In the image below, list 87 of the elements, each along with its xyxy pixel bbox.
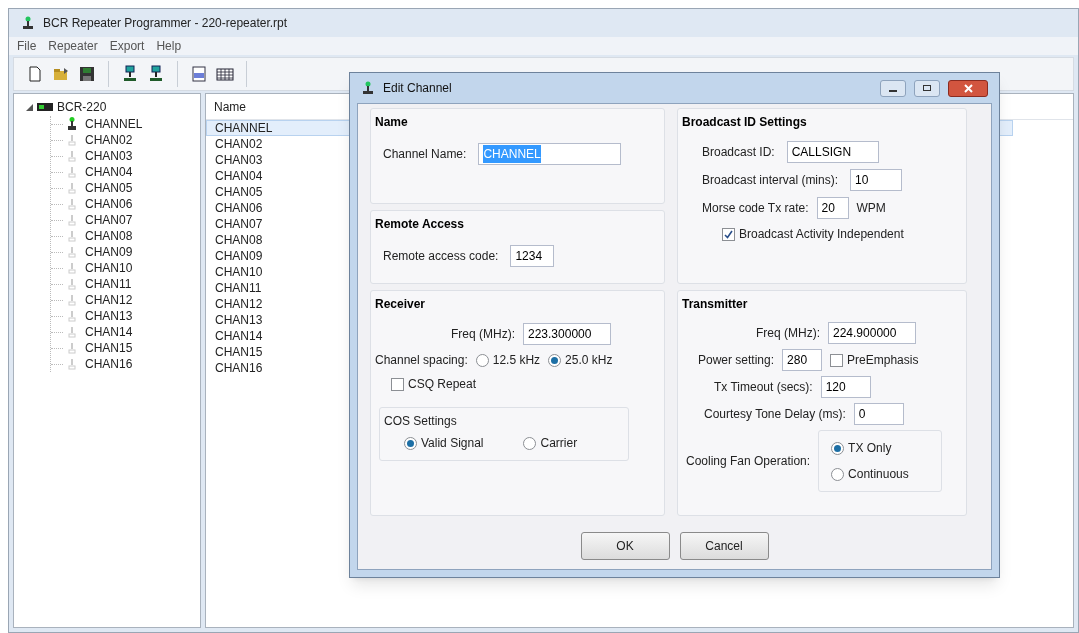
radio-button[interactable] xyxy=(475,353,489,367)
tree-item[interactable]: CHAN08 xyxy=(85,227,133,245)
app-icon xyxy=(21,16,35,30)
input-field[interactable]: 223.300000 xyxy=(523,323,611,345)
group-title: Broadcast ID Settings xyxy=(682,114,808,131)
field-label: Freq (MHz): xyxy=(451,326,515,343)
input-field[interactable]: 224.900000 xyxy=(828,322,916,344)
app-icon xyxy=(361,81,375,95)
field-label: Tx Timeout (secs): xyxy=(714,379,813,396)
tree-item[interactable]: CHAN12 xyxy=(85,291,133,309)
group-title: COS Settings xyxy=(384,413,458,430)
tree-item[interactable]: CHAN14 xyxy=(85,323,133,341)
field-label: Channel Name: xyxy=(383,146,467,163)
minimize-button[interactable] xyxy=(880,79,906,97)
field-label: Courtesy Tone Delay (ms): xyxy=(704,406,846,423)
group-title: Receiver xyxy=(375,296,427,313)
close-button[interactable] xyxy=(948,79,988,97)
menu-item[interactable]: File xyxy=(17,37,37,55)
close-icon xyxy=(963,83,973,93)
tree-item[interactable]: CHAN06 xyxy=(85,195,133,213)
window-icon[interactable] xyxy=(190,65,208,83)
menu-item[interactable]: Help xyxy=(156,37,182,55)
radio-label: 25.0 kHz xyxy=(565,352,613,369)
folder-icon[interactable] xyxy=(52,65,70,83)
collapse-icon[interactable] xyxy=(26,103,33,111)
radio-label: Continuous xyxy=(848,466,909,483)
field-label: Morse code Tx rate: xyxy=(702,200,809,217)
grid-icon[interactable] xyxy=(216,65,234,83)
group-title: Name xyxy=(375,114,409,131)
radio-button[interactable] xyxy=(548,353,562,367)
input-field[interactable]: 1234 xyxy=(510,245,555,267)
checkbox[interactable] xyxy=(391,377,404,391)
radio-label: Valid Signal xyxy=(421,435,484,452)
tree-item[interactable]: CHAN13 xyxy=(85,307,133,325)
maximize-button[interactable] xyxy=(914,79,940,97)
tree-item[interactable]: CHAN09 xyxy=(85,243,133,261)
input-field[interactable]: CALLSIGN xyxy=(786,141,879,163)
column-header[interactable]: Name xyxy=(214,97,246,116)
tree-item[interactable]: CHAN03 xyxy=(85,147,133,165)
new-file-icon[interactable] xyxy=(26,65,44,83)
checkbox[interactable] xyxy=(722,227,735,241)
computer-arrow-icon[interactable] xyxy=(121,65,139,83)
input-field[interactable]: 20 xyxy=(816,197,849,219)
group-title: Remote Access xyxy=(375,216,465,233)
tree-item[interactable]: CHAN07 xyxy=(85,211,133,229)
tree-item[interactable]: CHAN16 xyxy=(85,355,133,373)
radio-button[interactable] xyxy=(831,467,845,481)
computer-arrow-icon[interactable] xyxy=(147,65,165,83)
tree-item[interactable]: CHAN15 xyxy=(85,339,133,357)
dialog-button[interactable]: Cancel xyxy=(679,532,769,560)
radio-button[interactable] xyxy=(831,441,845,455)
tree-item[interactable]: CHAN11 xyxy=(85,275,132,293)
input-field[interactable]: 120 xyxy=(820,376,871,398)
radio-label: 12.5 kHz xyxy=(492,352,541,369)
dialog-button[interactable]: OK xyxy=(580,532,670,560)
group-title: Transmitter xyxy=(682,296,749,313)
radio-label: TX Only xyxy=(848,440,892,457)
checkbox-label: CSQ Repeat xyxy=(408,376,477,393)
checkbox[interactable] xyxy=(830,353,844,367)
input-field[interactable]: 10 xyxy=(850,169,903,191)
radio-button[interactable] xyxy=(404,436,417,450)
checkbox-label: PreEmphasis xyxy=(847,352,919,369)
field-label: Remote access code: xyxy=(383,248,499,265)
field-label: Cooling Fan Operation: xyxy=(686,453,811,470)
device-icon xyxy=(37,103,53,111)
menu-item[interactable]: Repeater xyxy=(48,37,98,55)
field-label: Power setting: xyxy=(698,352,775,369)
field-label: Broadcast interval (mins): xyxy=(702,172,839,189)
dialog-title: Edit Channel xyxy=(383,80,453,97)
field-label: Freq (MHz): xyxy=(756,325,820,342)
input-field[interactable]: 0 xyxy=(853,403,904,425)
field-label: Channel spacing: xyxy=(375,352,468,369)
checkbox-label: Broadcast Activity Independent xyxy=(739,226,904,243)
menu-item[interactable]: Export xyxy=(109,37,145,55)
tree-item[interactable]: CHAN04 xyxy=(85,163,133,181)
tree-item[interactable]: BCR-220 xyxy=(57,98,107,116)
unit-label: WPM xyxy=(856,200,886,217)
tree-item[interactable]: CHAN02 xyxy=(85,131,133,149)
tree-item[interactable]: CHAN10 xyxy=(85,259,133,277)
radio-label: Carrier xyxy=(540,435,578,452)
tree-item[interactable]: CHANNEL xyxy=(85,115,143,133)
save-icon[interactable] xyxy=(78,65,96,83)
field-label: Broadcast ID: xyxy=(702,144,775,161)
tree-item[interactable]: CHAN05 xyxy=(85,179,133,197)
radio-button[interactable] xyxy=(523,436,537,450)
window-title: BCR Repeater Programmer - 220-repeater.rpt xyxy=(43,15,288,32)
input-field[interactable]: 280 xyxy=(782,349,823,371)
